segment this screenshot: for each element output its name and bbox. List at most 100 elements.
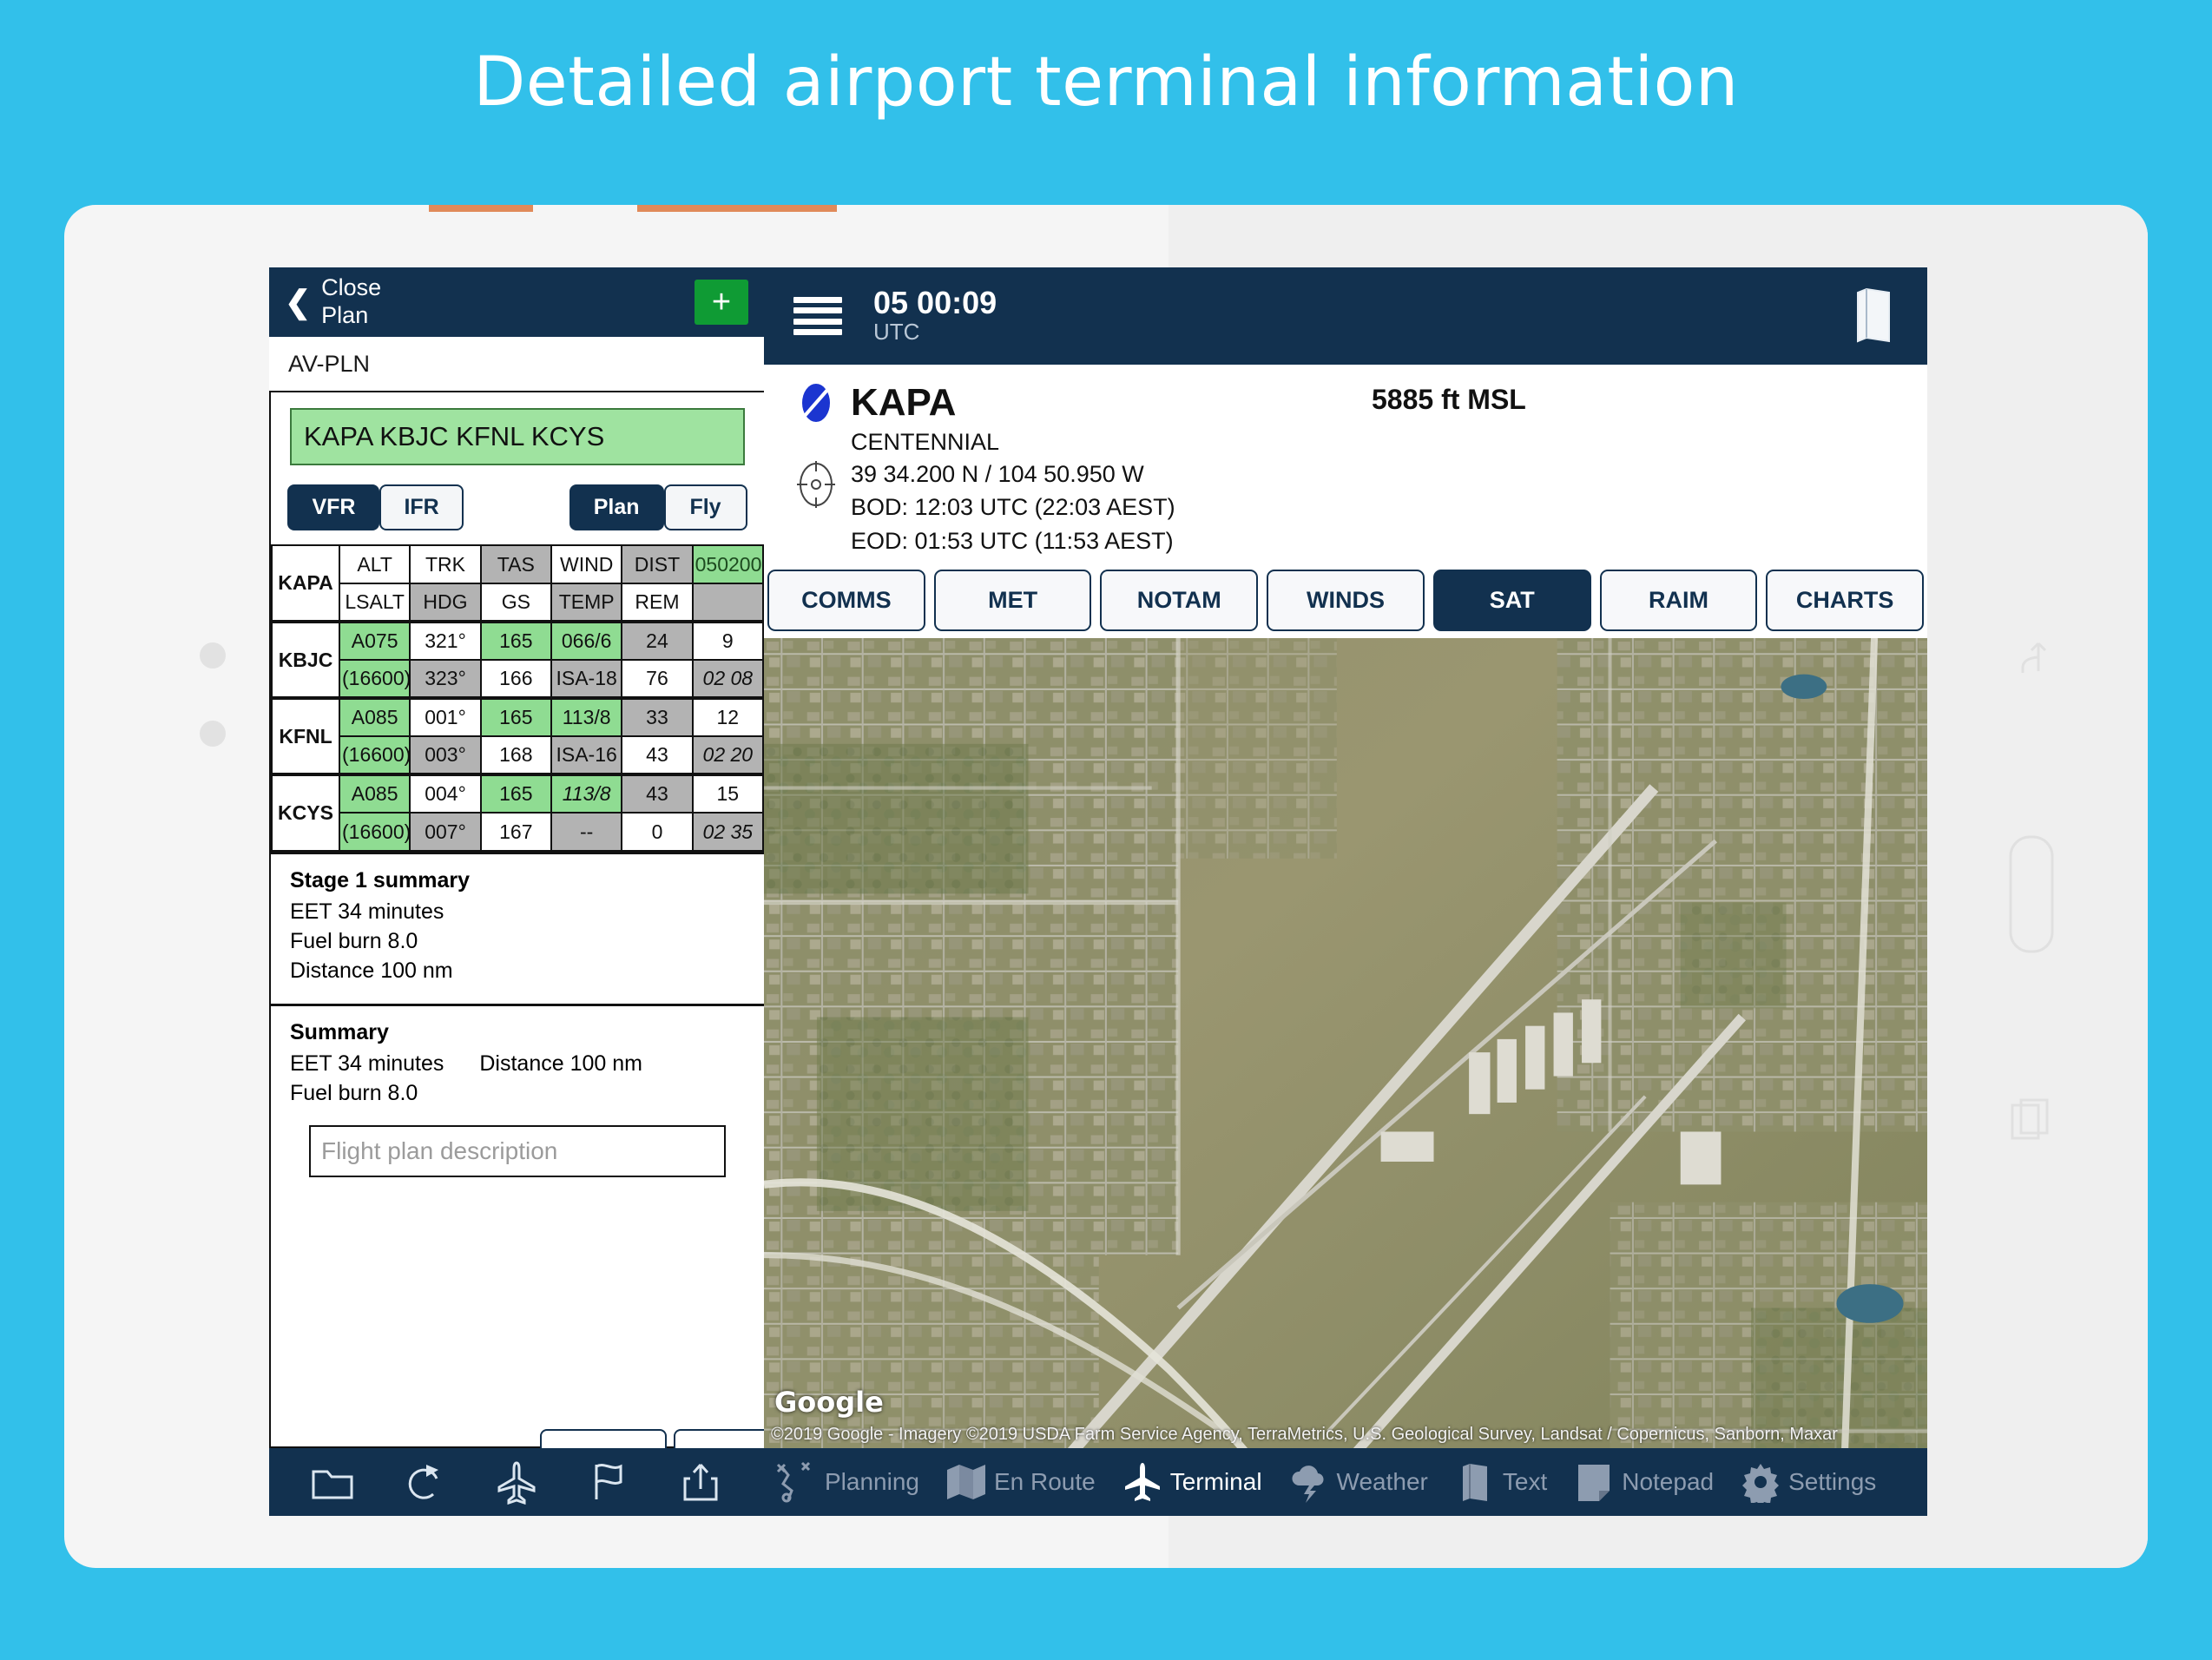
map-attribution: ©2019 Google - Imagery ©2019 USDA Farm S… (771, 1425, 1838, 1444)
stage-summary-fuel: Fuel burn 8.0 (290, 929, 418, 953)
cell-alt[interactable]: A075 (338, 620, 411, 661)
nav-item-weather[interactable]: Weather (1288, 1461, 1428, 1503)
cell-tas[interactable]: 165 (479, 620, 552, 661)
cell-temp: ISA-18 (550, 659, 623, 699)
header-dist: DIST (621, 544, 694, 584)
origin-waypoint[interactable]: KAPA (271, 544, 340, 622)
plan-button[interactable]: Plan (569, 484, 664, 530)
app-window: ❮ Close Plan + AV-PLN KAPA KBJC KFNL KCY… (269, 267, 1927, 1516)
cell-lsalt[interactable]: (16600) (338, 812, 411, 852)
tab-winds[interactable]: WINDS (1267, 569, 1425, 631)
undo-icon (2014, 638, 2049, 676)
nav-label: En Route (993, 1468, 1096, 1495)
book-icon[interactable] (1849, 287, 1898, 345)
header-gs: GS (479, 583, 552, 622)
nav-item-en-route[interactable]: En Route (945, 1461, 1096, 1503)
tab-comms[interactable]: COMMS (767, 569, 925, 631)
terminal-panel: 05 00:09 UTC KAPA 5885 ft MSL CENTENNIAL (764, 267, 1927, 1516)
add-button[interactable]: + (695, 280, 748, 325)
header-hdg: HDG (409, 583, 482, 622)
folder-icon[interactable] (310, 1459, 355, 1505)
cell-tas[interactable]: 165 (479, 773, 552, 814)
redo-icon[interactable] (402, 1459, 447, 1505)
summary-eet: EET 34 minutes (290, 1051, 444, 1076)
cloud-lightning-icon (1288, 1461, 1330, 1503)
tab-raim[interactable]: RAIM (1599, 569, 1758, 631)
table-header-row-2: LSALT HDG GS TEMP REM (272, 583, 764, 622)
back-chevron-icon[interactable]: ❮ (285, 287, 311, 318)
close-plan-button[interactable]: Close Plan (321, 274, 381, 330)
cell-alt[interactable]: A085 (338, 773, 411, 814)
plan-filename: AV-PLN (288, 350, 371, 377)
tab-met[interactable]: MET (933, 569, 1092, 631)
fly-button[interactable]: Fly (663, 484, 747, 530)
waypoint-name[interactable]: KCYS (271, 773, 340, 852)
hamburger-icon[interactable] (793, 297, 842, 335)
airport-name: CENTENNIAL (851, 429, 1000, 455)
cell-alt[interactable]: A085 (338, 696, 411, 737)
clock-time: 05 00:09 (873, 284, 997, 320)
nav-item-settings[interactable]: Settings (1740, 1461, 1876, 1507)
total-summary: Summary EET 34 minutes Distance 100 nm F… (271, 1004, 764, 1193)
waypoint-name[interactable]: KBJC (271, 620, 340, 699)
clock[interactable]: 05 00:09 UTC (873, 284, 997, 346)
flight-plan-toolbar (269, 1448, 764, 1516)
cell-trk: 321° (409, 620, 482, 661)
cell-lsalt[interactable]: (16600) (338, 659, 411, 699)
copy-icon (2011, 1098, 2051, 1142)
flag-icon[interactable] (586, 1459, 631, 1505)
airport-title-row: KAPA 5885 ft MSL (793, 380, 1898, 425)
airport-elevation: 5885 ft MSL (1372, 384, 1526, 415)
airport-eod: EOD: 01:53 UTC (11:53 AEST) (851, 527, 1174, 554)
nav-item-text[interactable]: Text (1454, 1461, 1547, 1503)
vfr-button[interactable]: VFR (287, 484, 380, 530)
cell-wind[interactable]: 066/6 (550, 620, 623, 661)
flight-plan-description-input[interactable]: Flight plan description (309, 1125, 726, 1177)
map-icon (945, 1461, 987, 1503)
tab-sat[interactable]: SAT (1432, 569, 1591, 631)
header-tas: TAS (479, 544, 552, 584)
airport-info: KAPA 5885 ft MSL CENTENNIAL 39 34.200 N … (764, 365, 1927, 570)
waypoint-name[interactable]: KFNL (271, 696, 340, 775)
share-icon[interactable] (678, 1459, 723, 1505)
nav-label: Terminal (1169, 1468, 1262, 1495)
page-title: Detailed airport terminal information (473, 43, 1739, 122)
gear-icon (1740, 1461, 1781, 1507)
ifr-button[interactable]: IFR (379, 484, 464, 530)
header-temp: TEMP (550, 583, 623, 622)
route-input[interactable]: KAPA KBJC KFNL KCYS (290, 408, 745, 465)
nav-item-terminal[interactable]: Terminal (1122, 1461, 1262, 1503)
cell-wind[interactable]: 113/8 (550, 773, 623, 814)
cell-lsalt[interactable]: (16600) (338, 735, 411, 775)
header-etd[interactable]: 050200 (691, 544, 764, 584)
mode-toggle-row: VFR IFR Plan Fly (271, 465, 764, 544)
airport-detail-row: 39 34.200 N / 104 50.950 W BOD: 12:03 UT… (793, 458, 1898, 557)
cell-gs: 166 (479, 659, 552, 699)
flight-plan-header: ❮ Close Plan + (269, 267, 764, 337)
tab-notam[interactable]: NOTAM (1100, 569, 1259, 631)
target-icon (793, 458, 839, 511)
aircraft-icon[interactable] (494, 1459, 539, 1505)
cell-dist: 24 (621, 620, 694, 661)
stage-summary: Stage 1 summary EET 34 minutes Fuel burn… (271, 852, 764, 1004)
nav-item-planning[interactable]: Planning (776, 1461, 919, 1503)
nav-item-notepad[interactable]: Notepad (1573, 1461, 1714, 1503)
decor-dot (200, 642, 226, 669)
summary-distance: Distance 100 nm (479, 1051, 642, 1076)
cell-wind[interactable]: 113/8 (550, 696, 623, 737)
header-blank (691, 583, 764, 622)
table-row: (16600) 003° 168 ISA-16 43 02 20 (272, 735, 764, 775)
airport-coordinates: 39 34.200 N / 104 50.950 W (851, 461, 1144, 487)
header-alt: ALT (338, 544, 411, 584)
header-lsalt: LSALT (338, 583, 411, 622)
nav-label: Planning (825, 1468, 919, 1495)
cell-rem: 43 (621, 735, 694, 775)
nav-label: Text (1502, 1468, 1548, 1495)
satellite-map[interactable]: Google ©2019 Google - Imagery ©2019 USDA… (764, 637, 1927, 1448)
decor-bar-left (429, 205, 533, 212)
table-row: KFNL A085 001° 165 113/8 33 12 (271, 696, 764, 775)
cell-tas[interactable]: 165 (479, 696, 552, 737)
terminal-header: 05 00:09 UTC (764, 267, 1927, 365)
tab-charts[interactable]: CHARTS (1766, 569, 1925, 631)
tab-notch-decor (540, 1429, 800, 1448)
